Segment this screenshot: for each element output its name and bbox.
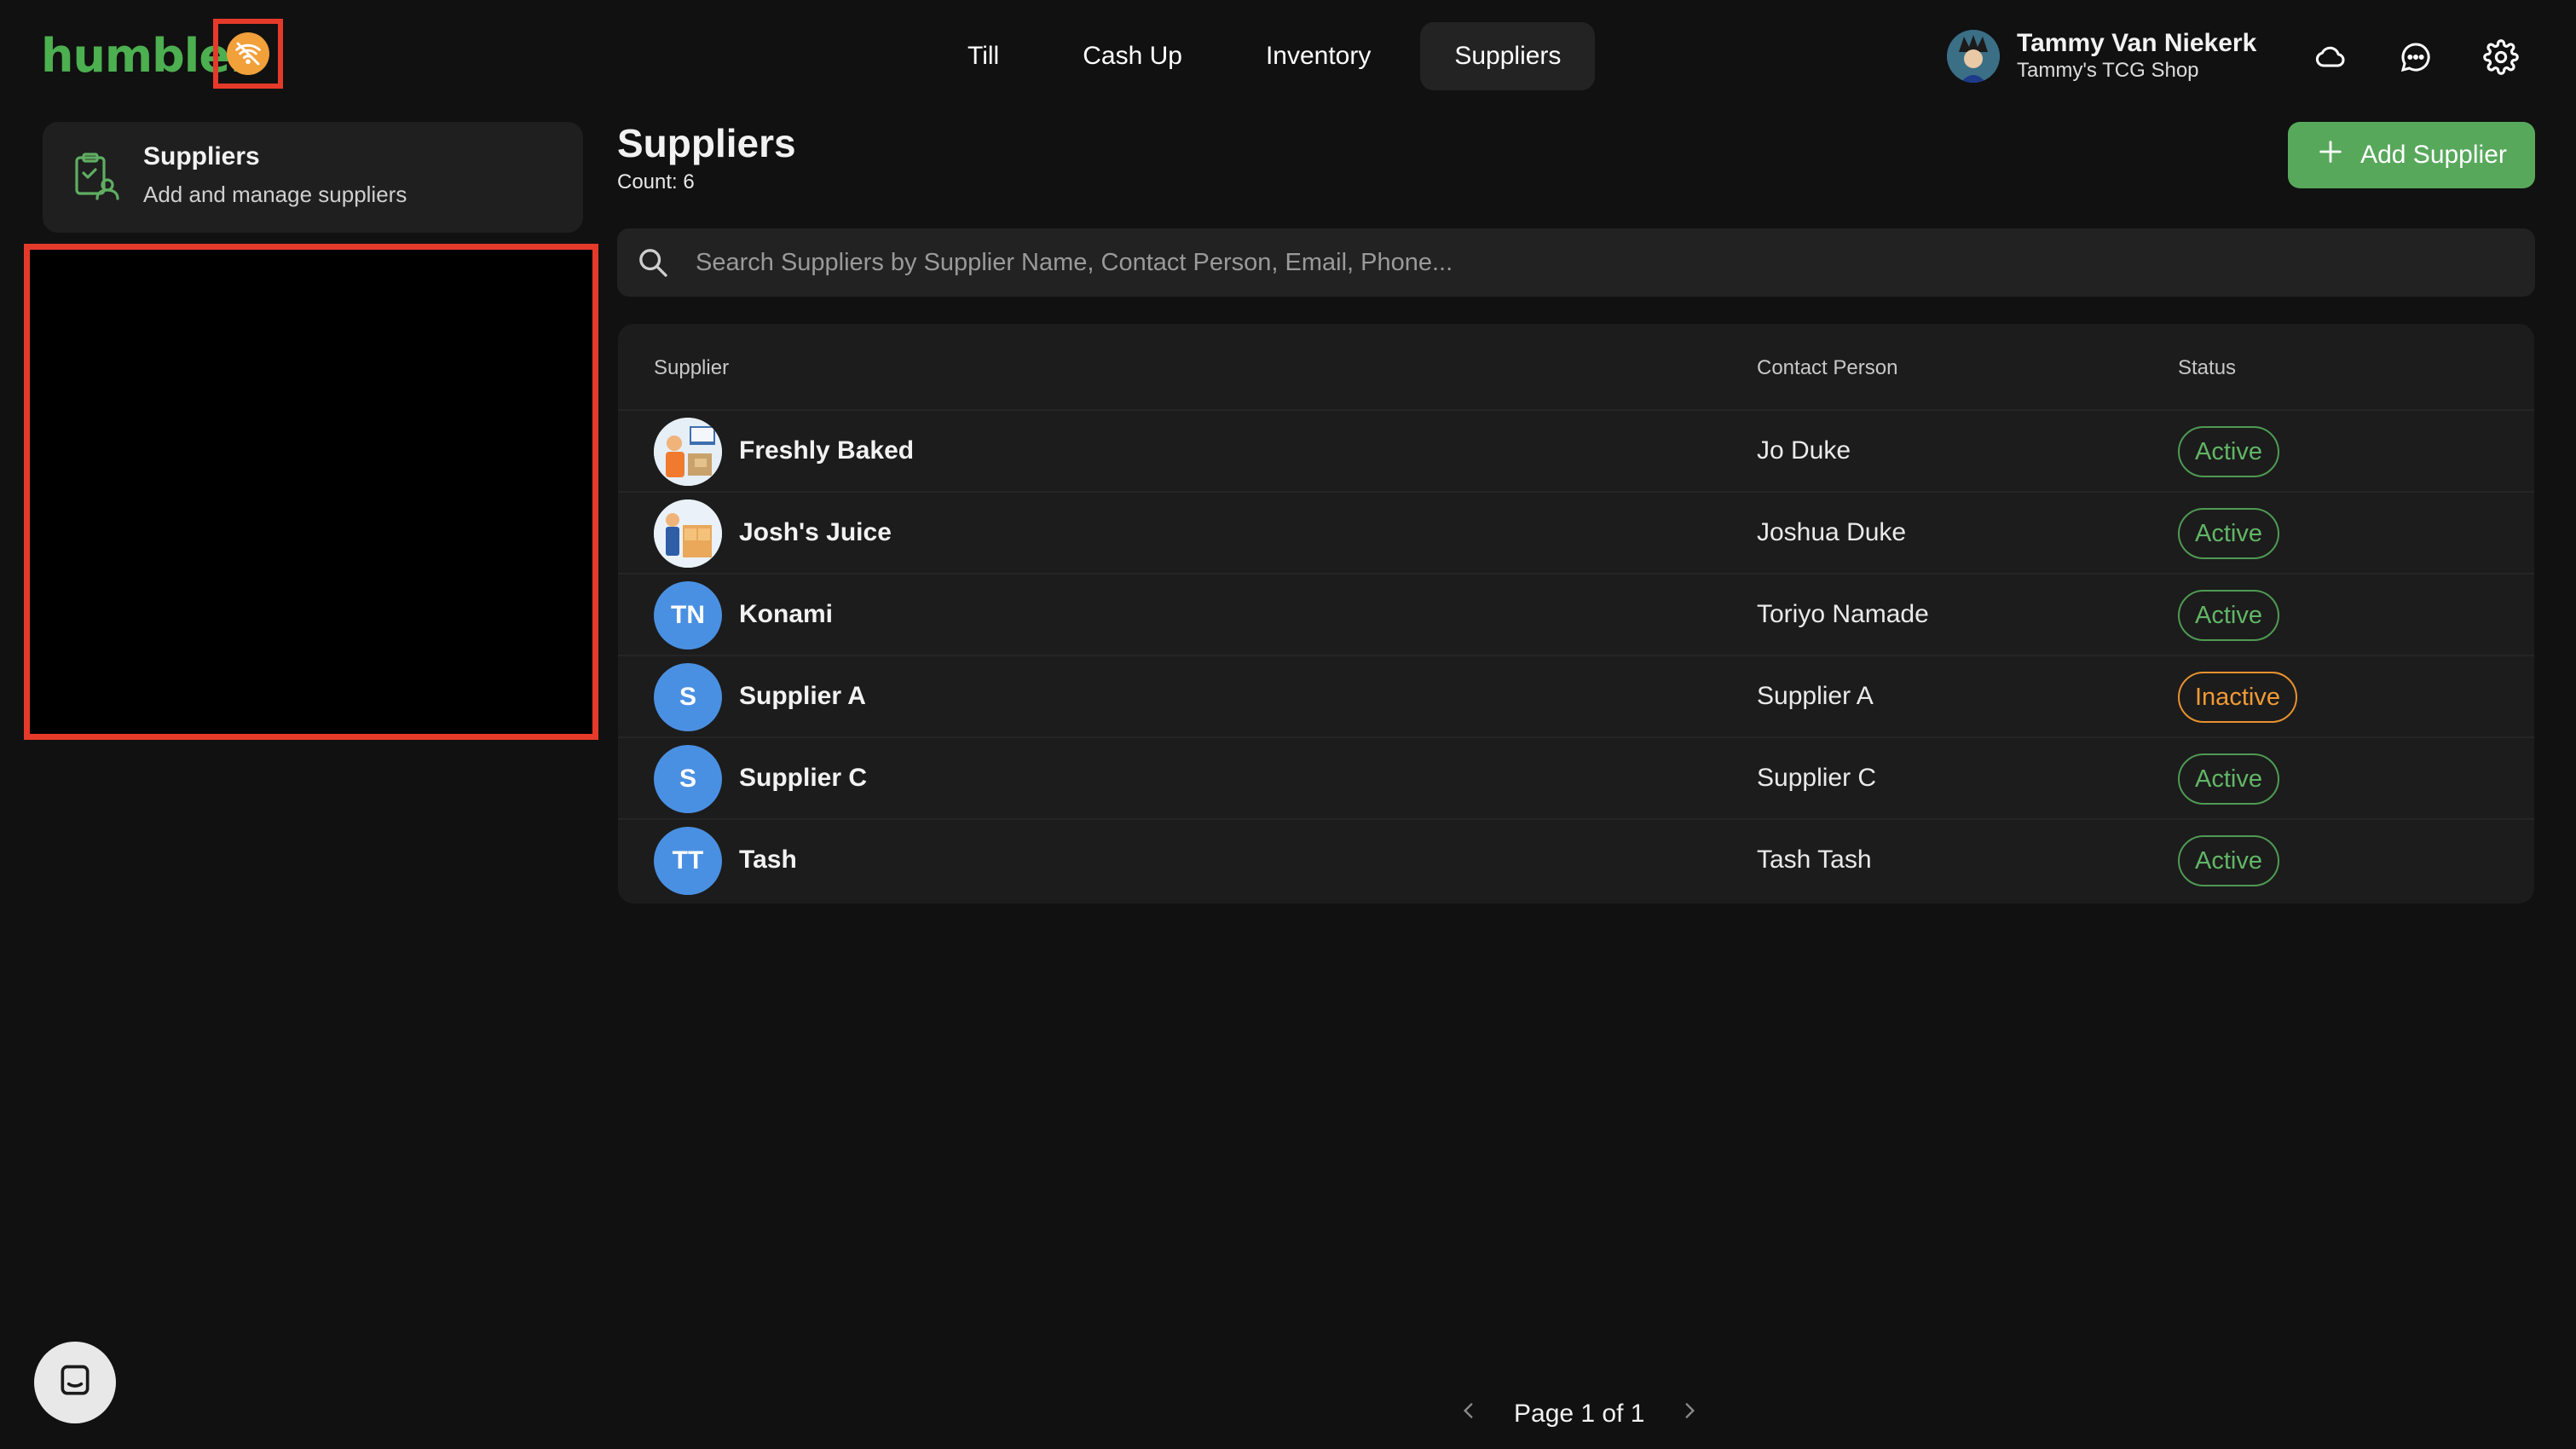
sidebar-card-title: Suppliers — [143, 142, 260, 170]
nav-till[interactable]: Till — [933, 22, 1033, 90]
column-header-status[interactable]: Status — [2178, 356, 2236, 380]
contact-person: Joshua Duke — [1757, 518, 1907, 546]
plus-icon — [2316, 137, 2345, 173]
pagination: Page 1 of 1 — [1458, 1398, 1701, 1430]
add-supplier-button[interactable]: Add Supplier — [2288, 122, 2535, 188]
user-name: Tammy Van Niekerk — [2017, 29, 2257, 57]
wifi-off-icon — [227, 32, 269, 75]
user-profile[interactable]: Tammy Van Niekerk Tammy's TCG Shop — [1947, 29, 2256, 84]
table-row[interactable]: S Supplier C Supplier C Active — [618, 736, 2534, 820]
nav-suppliers[interactable]: Suppliers — [1420, 22, 1596, 90]
supplier-avatar — [654, 499, 722, 568]
contact-person: Supplier C — [1757, 764, 1877, 792]
status-badge: Active — [2178, 426, 2279, 477]
add-supplier-label: Add Supplier — [2360, 141, 2507, 169]
table-row[interactable]: Josh's Juice Joshua Duke Active — [618, 491, 2534, 574]
column-header-supplier[interactable]: Supplier — [654, 356, 729, 380]
nav-inventory[interactable]: Inventory — [1232, 22, 1405, 90]
status-badge: Active — [2178, 508, 2279, 559]
page-indicator: Page 1 of 1 — [1514, 1400, 1645, 1428]
chevron-right-icon[interactable] — [1678, 1398, 1701, 1430]
sidebar-item-suppliers[interactable]: Suppliers Add and manage suppliers — [43, 122, 583, 233]
support-chat-button[interactable] — [34, 1342, 116, 1423]
status-badge: Active — [2178, 753, 2279, 805]
main-nav: Till Cash Up Inventory Suppliers — [933, 22, 1596, 90]
search-input[interactable] — [694, 247, 2487, 278]
supplier-name: Supplier A — [739, 682, 866, 710]
status-badge: Active — [2178, 835, 2279, 886]
sidebar-card-subtitle: Add and manage suppliers — [143, 182, 407, 207]
search-bar — [617, 228, 2535, 297]
gear-icon[interactable] — [2481, 38, 2521, 77]
supplier-name: Tash — [739, 846, 797, 874]
chat-bubble-icon[interactable] — [2396, 38, 2435, 77]
supplier-avatar: S — [654, 663, 722, 731]
contact-person: Tash Tash — [1757, 846, 1872, 874]
supplier-avatar: TT — [654, 827, 722, 895]
cloud-icon[interactable] — [2311, 38, 2350, 77]
offline-indicator[interactable] — [213, 19, 283, 89]
status-badge: Inactive — [2178, 672, 2297, 723]
table-row[interactable]: TT Tash Tash Tash Active — [618, 818, 2534, 902]
status-badge: Active — [2178, 590, 2279, 641]
highlighted-empty-region — [24, 244, 598, 740]
supplier-name: Freshly Baked — [739, 436, 915, 465]
supplier-count: Count: 6 — [617, 170, 695, 193]
contact-person: Jo Duke — [1757, 436, 1851, 465]
page-title: Suppliers — [617, 121, 796, 165]
contact-person: Toriyo Namade — [1757, 600, 1929, 628]
contact-person: Supplier A — [1757, 682, 1874, 710]
user-avatar — [1947, 30, 2000, 83]
supplier-avatar: TN — [654, 581, 722, 649]
supplier-name: Josh's Juice — [739, 518, 892, 546]
supplier-name: Konami — [739, 600, 834, 628]
column-header-contact[interactable]: Contact Person — [1757, 356, 1897, 380]
user-shop: Tammy's TCG Shop — [2017, 59, 2199, 82]
suppliers-table: Supplier Contact Person Status Freshly B… — [618, 324, 2534, 903]
table-row[interactable]: Freshly Baked Jo Duke Active — [618, 409, 2534, 493]
supplier-name: Supplier C — [739, 764, 868, 792]
supplier-avatar — [654, 418, 722, 486]
supplier-avatar: S — [654, 745, 722, 813]
table-row[interactable]: TN Konami Toriyo Namade Active — [618, 573, 2534, 656]
supplier-clipboard-icon — [68, 149, 123, 204]
search-icon — [636, 245, 670, 280]
chevron-left-icon[interactable] — [1458, 1398, 1480, 1430]
chat-launcher-icon — [56, 1362, 94, 1404]
table-row[interactable]: S Supplier A Supplier A Inactive — [618, 655, 2534, 738]
nav-cash-up[interactable]: Cash Up — [1048, 22, 1216, 90]
